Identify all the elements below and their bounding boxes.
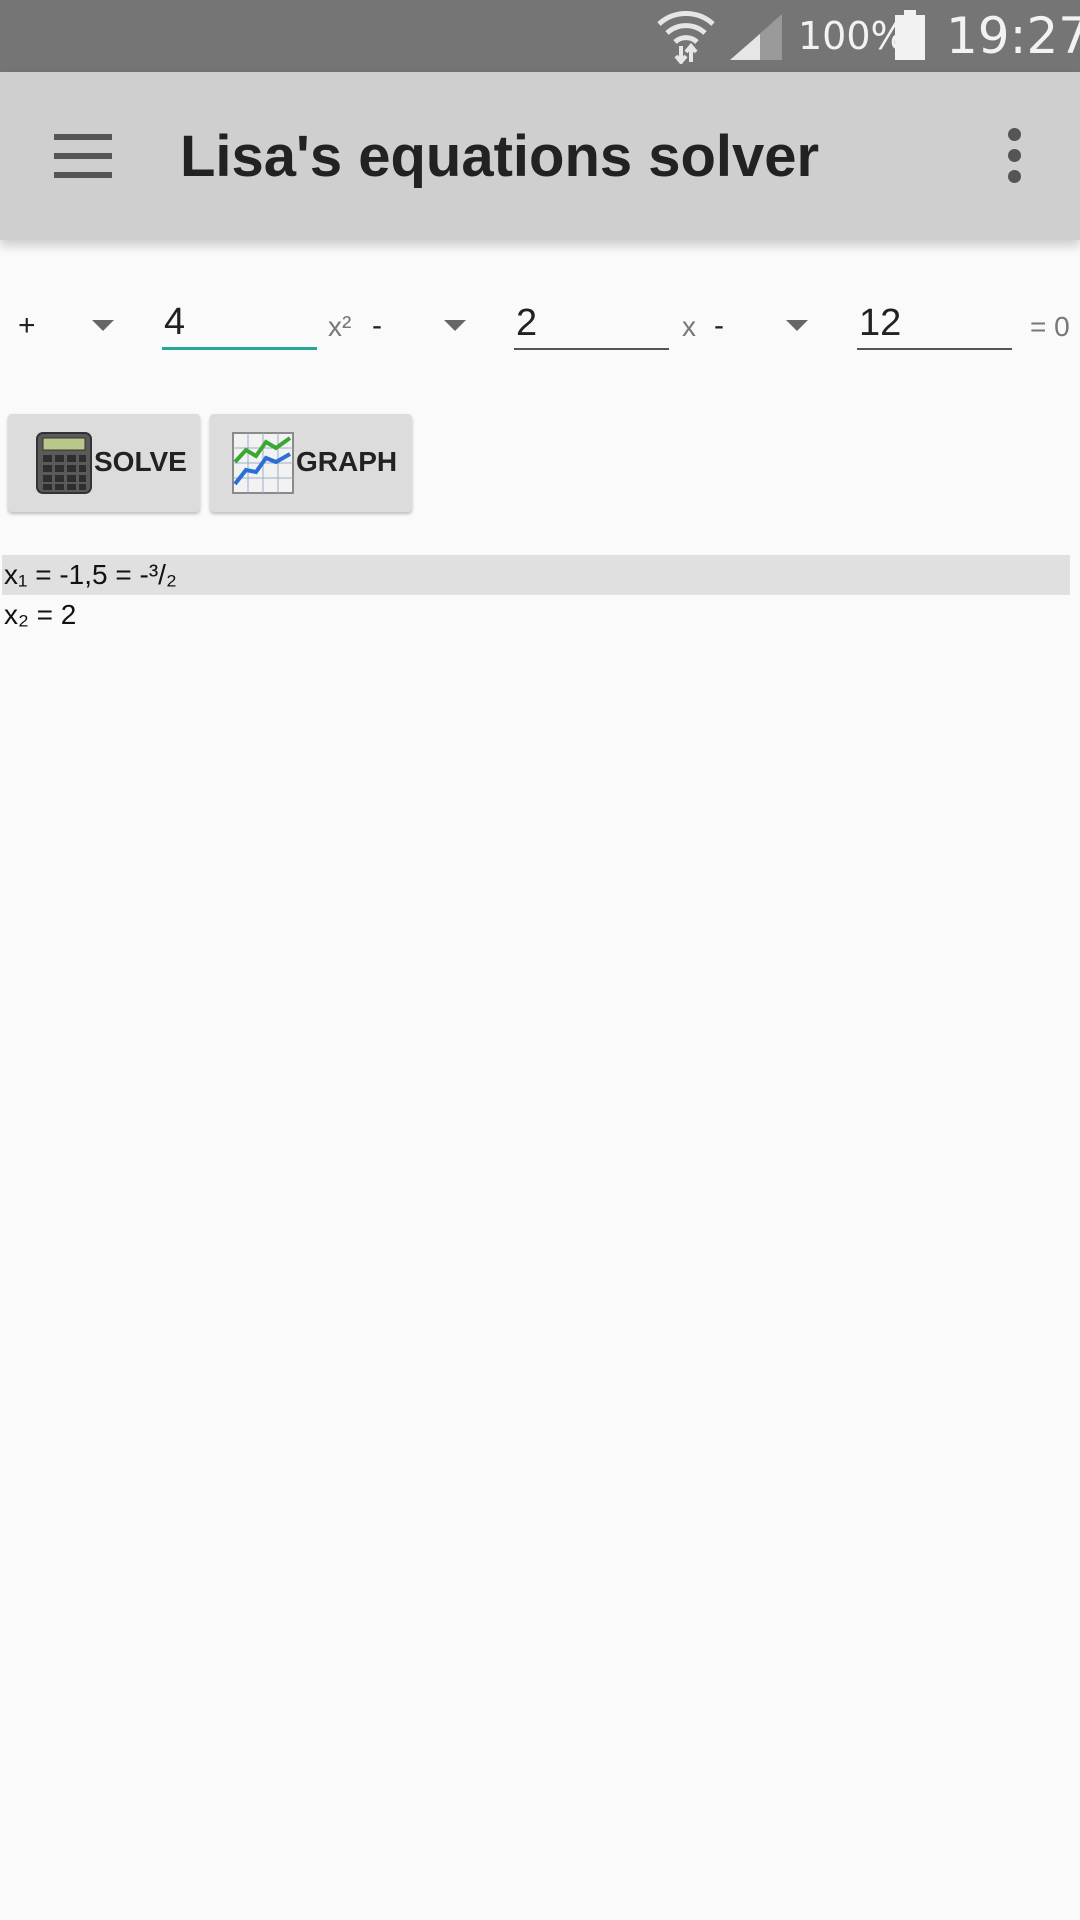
battery-icon	[895, 10, 925, 60]
coefficient-b-input[interactable]	[514, 298, 669, 350]
sign-a: +	[18, 309, 36, 342]
sign-c: -	[714, 309, 724, 342]
equals-zero-label: = 0	[1030, 311, 1070, 342]
coefficient-a-input[interactable]	[162, 298, 317, 350]
x-label: x	[682, 311, 696, 342]
line-graph-icon	[232, 432, 294, 494]
hamburger-menu-icon[interactable]	[54, 134, 112, 178]
sign-b: -	[372, 309, 382, 342]
graph-button[interactable]: GRAPH	[210, 414, 412, 512]
graph-button-label: GRAPH	[296, 446, 398, 477]
result-x1: x₁ = -1,5 = -³/₂	[2, 555, 1070, 595]
x-squared-label: x²	[328, 311, 352, 342]
constant-c-input[interactable]	[857, 298, 1012, 350]
result-x2: x₂ = 2	[4, 599, 77, 630]
wifi-icon	[657, 11, 715, 64]
solve-button[interactable]: SOLVE	[8, 414, 200, 512]
more-vert-icon[interactable]	[1002, 128, 1026, 188]
battery-percentage: 100%	[798, 14, 907, 58]
status-bar: 100% 19:27	[0, 0, 1080, 72]
sign-b-dropdown-arrow-icon[interactable]	[444, 320, 466, 331]
solve-button-label: SOLVE	[94, 446, 187, 477]
signal-icon	[730, 14, 782, 60]
app-bar: Lisa's equations solver	[0, 72, 1080, 240]
clock: 19:27	[946, 7, 1080, 65]
calculator-icon	[36, 432, 92, 494]
sign-c-dropdown-arrow-icon[interactable]	[786, 320, 808, 331]
app-title: Lisa's equations solver	[180, 124, 820, 189]
equation-row: + x² - x - = 0	[0, 290, 1080, 370]
sign-a-dropdown-arrow-icon[interactable]	[92, 320, 114, 331]
